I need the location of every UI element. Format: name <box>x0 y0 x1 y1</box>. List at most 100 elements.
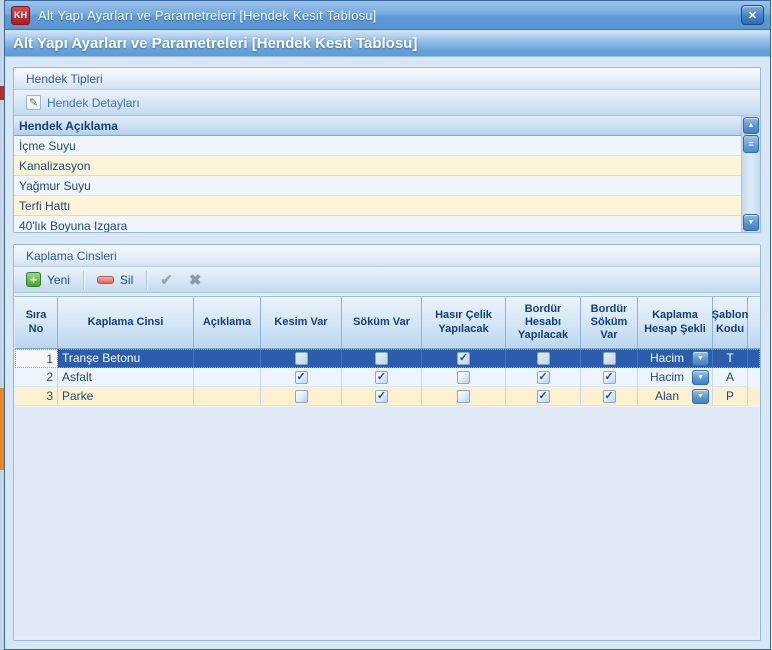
checkbox-kesim[interactable] <box>295 352 308 365</box>
column-header-sokum[interactable]: Söküm Var <box>342 297 422 348</box>
grid-cell-bordur_hesabi[interactable] <box>506 349 581 368</box>
grid-cell-sablon[interactable]: A <box>713 368 748 387</box>
list-item[interactable]: Yağmur Suyu <box>14 176 741 196</box>
chevron-down-icon[interactable]: ▼ <box>692 389 709 404</box>
sil-label: Sil <box>120 273 133 287</box>
column-header-sablon[interactable]: Şablon Kodu <box>713 297 748 348</box>
grid-cell-sokum[interactable]: ✓ <box>342 368 422 387</box>
column-header-kesim[interactable]: Kesim Var <box>261 297 342 348</box>
grid-cell-bordur_hesabi[interactable]: ✓ <box>506 387 581 406</box>
hendek-scrollbar[interactable]: ▲ ≡ ▼ <box>741 116 760 232</box>
checkbox-kesim[interactable] <box>295 390 308 403</box>
grid-cell-hasir[interactable]: ✓ <box>422 349 506 368</box>
scrollbar-track[interactable] <box>742 153 760 213</box>
hendek-detaylari-button[interactable]: ✎ Hendek Detayları <box>18 92 148 114</box>
list-item[interactable]: Terfi Hattı <box>14 196 741 216</box>
grid-cell-cinsi[interactable]: Parke <box>58 387 194 406</box>
kaplama-toolbar: + Yeni Sil ✔ ✖ <box>14 267 760 293</box>
grid-cell-hesap_sekli[interactable]: Hacim▼ <box>638 349 713 368</box>
grid-cell-hasir[interactable] <box>422 387 506 406</box>
checkbox-sokum[interactable]: ✓ <box>375 371 388 384</box>
hendek-toolbar: ✎ Hendek Detayları <box>14 90 760 116</box>
grid-cell-hesap_sekli[interactable]: Alan▼ <box>638 387 713 406</box>
column-header-no[interactable]: Sıra No <box>15 297 58 348</box>
hesap-sekli-value: Alan <box>642 389 692 403</box>
grid-cell-cinsi[interactable]: Tranşe Betonu <box>58 349 194 368</box>
checkbox-bordur_sokum[interactable]: ✓ <box>603 371 616 384</box>
group-body-kaplama: + Yeni Sil ✔ ✖ <box>14 267 760 640</box>
list-item[interactable]: İçme Suyu <box>14 136 741 156</box>
list-item[interactable]: 40'lık Boyuna Izgara <box>14 216 741 232</box>
column-header-hasir[interactable]: Hasır Çelik Yapılacak <box>422 297 506 348</box>
column-header-hendek-aciklama[interactable]: Hendek Açıklama <box>14 116 741 136</box>
table-row[interactable]: 1Tranşe Betonu ✓ Hacim▼T <box>15 349 760 368</box>
checkbox-hasir[interactable] <box>457 371 470 384</box>
grid-cell-kesim[interactable]: ✓ <box>261 368 342 387</box>
grid-cell-sokum[interactable]: ✓ <box>342 387 422 406</box>
check-icon: ✔ <box>160 271 173 289</box>
checkbox-hasir[interactable] <box>457 390 470 403</box>
grid-cell-aciklama[interactable] <box>194 349 261 368</box>
group-body-hendek: ✎ Hendek Detayları Hendek Açıklama İçme … <box>14 90 760 232</box>
grid-cell-hesap_sekli[interactable]: Hacim▼ <box>638 368 713 387</box>
column-header-cinsi[interactable]: Kaplama Cinsi <box>58 297 194 348</box>
grid-cell-aciklama[interactable] <box>194 368 261 387</box>
grid-header: Sıra NoKaplama CinsiAçıklamaKesim VarSök… <box>15 297 760 349</box>
grid-cell-kesim[interactable] <box>261 387 342 406</box>
grid-cell-bordur_hesabi[interactable]: ✓ <box>506 368 581 387</box>
table-row[interactable]: 3Parke✓✓✓Alan▼P <box>15 387 760 406</box>
grid-cell-no[interactable]: 1 <box>15 349 58 368</box>
hendek-list: İçme SuyuKanalizasyonYağmur SuyuTerfi Ha… <box>14 136 741 232</box>
grid-cell-no[interactable]: 3 <box>15 387 58 406</box>
checkbox-hasir[interactable]: ✓ <box>457 352 470 365</box>
list-item[interactable]: Kanalizasyon <box>14 156 741 176</box>
window-title: Alt Yapı Ayarları ve Parametreleri [Hend… <box>38 8 741 23</box>
apply-button-disabled[interactable]: ✔ <box>152 269 181 291</box>
grid-cell-kesim[interactable] <box>261 349 342 368</box>
grid-cell-sablon[interactable]: T <box>713 349 748 368</box>
hendek-list-main: Hendek Açıklama İçme SuyuKanalizasyonYağ… <box>14 116 741 232</box>
scroll-up-icon[interactable]: ▲ <box>743 117 759 134</box>
chevron-down-icon[interactable]: ▼ <box>692 370 709 385</box>
column-header-bordur_sokum[interactable]: Bordür Söküm Var <box>581 297 638 348</box>
grid-cell-bordur_sokum[interactable] <box>581 349 638 368</box>
grid-cell-cinsi[interactable]: Asfalt <box>58 368 194 387</box>
delete-minus-icon <box>97 276 114 284</box>
scrollbar-thumb[interactable]: ≡ <box>743 135 759 153</box>
hendek-aciklama-label: Hendek Açıklama <box>19 119 118 133</box>
checkbox-bordur_hesabi[interactable] <box>537 352 550 365</box>
checkbox-bordur_sokum[interactable]: ✓ <box>603 390 616 403</box>
group-header-kaplama: Kaplama Cinsleri <box>14 245 760 267</box>
grid-cell-sokum[interactable] <box>342 349 422 368</box>
checkbox-kesim[interactable]: ✓ <box>295 371 308 384</box>
grid-cell-bordur_sokum[interactable]: ✓ <box>581 368 638 387</box>
column-header-hesap_sekli[interactable]: Kaplama Hesap Şekli <box>638 297 713 348</box>
column-header-bordur_hesabi[interactable]: Bordür Hesabı Yapılacak <box>506 297 581 348</box>
cancel-button-disabled[interactable]: ✖ <box>181 269 210 291</box>
table-row[interactable]: 2Asfalt ✓ ✓ ✓ ✓ Hacim▼A <box>15 368 760 387</box>
checkbox-bordur_hesabi[interactable]: ✓ <box>537 371 550 384</box>
grid-cell-bordur_sokum[interactable]: ✓ <box>581 387 638 406</box>
sil-button[interactable]: Sil <box>89 269 141 291</box>
yeni-button[interactable]: + Yeni <box>18 269 78 291</box>
grid-body: 1Tranşe Betonu✓Hacim▼T2Asfalt✓✓✓✓Hacim▼A… <box>15 349 760 406</box>
checkbox-sokum[interactable] <box>375 352 388 365</box>
grid-cell-aciklama[interactable] <box>194 387 261 406</box>
checkbox-bordur_hesabi[interactable]: ✓ <box>537 390 550 403</box>
checkbox-sokum[interactable]: ✓ <box>375 390 388 403</box>
scroll-down-icon[interactable]: ▼ <box>743 214 759 231</box>
column-header-aciklama[interactable]: Açıklama <box>194 297 261 348</box>
grid-cell-no[interactable]: 2 <box>15 368 58 387</box>
dialog-content: Hendek Tipleri ✎ Hendek Detayları Hendek… <box>5 57 770 649</box>
grid-cell-hasir[interactable] <box>422 368 506 387</box>
group-title-kaplama: Kaplama Cinsleri <box>26 249 117 263</box>
screen: KH Alt Yapı Ayarları ve Parametreleri [H… <box>0 0 772 650</box>
close-button[interactable]: ✕ <box>741 5 764 25</box>
grid-empty-area <box>15 406 759 636</box>
checkbox-bordur_sokum[interactable] <box>603 352 616 365</box>
grid-cell-sablon[interactable]: P <box>713 387 748 406</box>
chevron-down-icon[interactable]: ▼ <box>692 351 709 366</box>
toolbar-separator <box>146 271 147 289</box>
edit-pencil-icon: ✎ <box>26 95 41 110</box>
group-header-hendek: Hendek Tipleri <box>14 68 760 90</box>
